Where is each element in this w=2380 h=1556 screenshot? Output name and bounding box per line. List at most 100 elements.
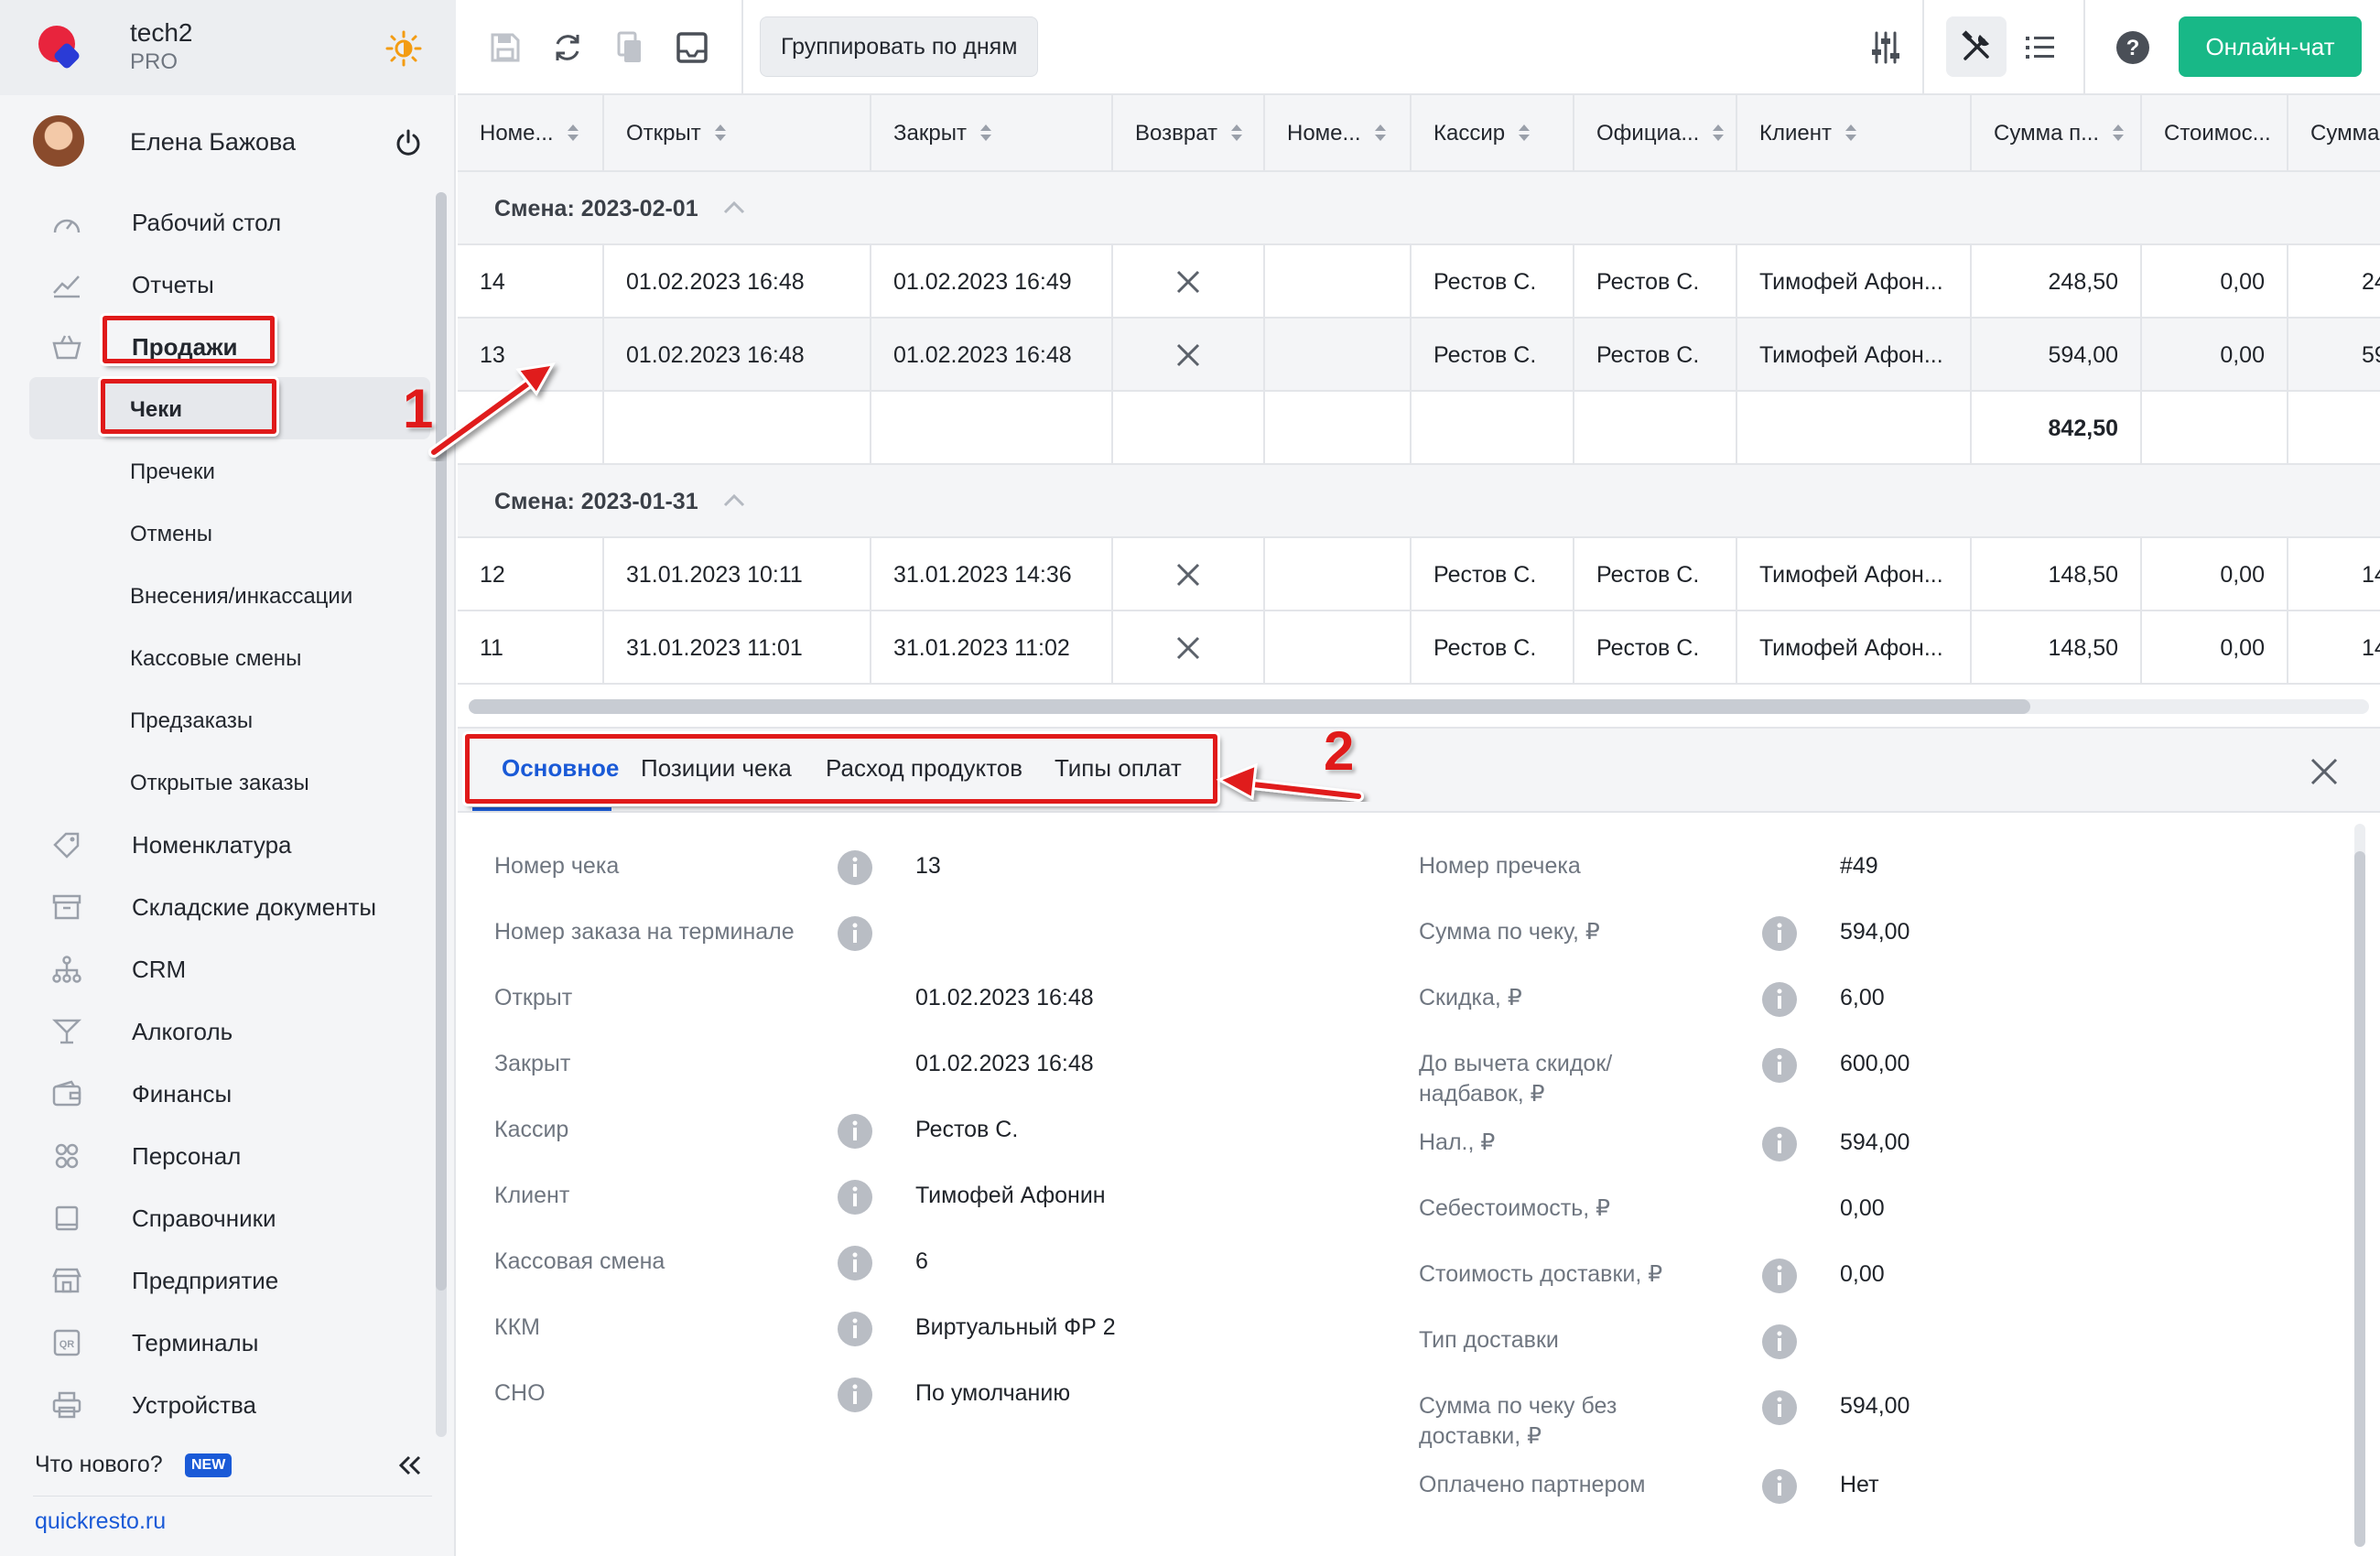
field-value: Тимофей Афонин [915, 1183, 1106, 1208]
sidebar-item-label: Персонал [132, 1142, 242, 1170]
info-icon[interactable] [837, 1113, 873, 1150]
table-horizontal-scrollbar[interactable] [469, 699, 2369, 714]
inbox-icon[interactable] [674, 29, 710, 66]
sort-icon [979, 124, 991, 141]
sidebar-subitem-shifts[interactable]: Кассовые смены [0, 626, 430, 688]
refresh-icon[interactable] [549, 29, 586, 66]
collapse-sidebar-icon[interactable] [395, 1452, 423, 1479]
info-icon[interactable] [1761, 1468, 1798, 1505]
column-header-sum-2[interactable]: Сумма [2288, 95, 2380, 172]
group-header[interactable]: Смена: 2023-01-31 [458, 465, 2380, 538]
column-header-number-2[interactable]: Номе... [1265, 95, 1412, 172]
column-header-return[interactable]: Возврат [1113, 95, 1265, 172]
sort-icon [1231, 124, 1242, 141]
field-label: Нал., ₽ [1419, 1129, 1496, 1155]
sidebar-item-label: Терминалы [132, 1329, 259, 1356]
group-header[interactable]: Смена: 2023-02-01 [458, 172, 2380, 245]
field-label: Себестоимость, ₽ [1419, 1195, 1611, 1221]
sidebar-item-nomenclature[interactable]: Номенклатура [0, 813, 430, 875]
scrollbar-thumb[interactable] [469, 699, 2030, 714]
power-icon[interactable] [394, 128, 423, 157]
sidebar-item-terminals[interactable]: QR Терминалы [0, 1311, 430, 1373]
sidebar-item-finance[interactable]: Финансы [0, 1062, 430, 1124]
list-view-icon[interactable] [2021, 29, 2058, 66]
field-value: Рестов С. [915, 1117, 1019, 1142]
group-by-days-button[interactable]: Группировать по дням [760, 16, 1039, 77]
sidebar-subitem-cash-operations[interactable]: Внесения/инкассации [0, 564, 430, 626]
sidebar-item-dashboard[interactable]: Рабочий стол [0, 190, 430, 253]
cross-icon [1176, 636, 1200, 660]
sidebar-item-staff[interactable]: Персонал [0, 1124, 430, 1186]
info-icon[interactable] [1761, 915, 1798, 952]
column-header-number[interactable]: Номе... [458, 95, 604, 172]
toolbar-divider [741, 0, 743, 95]
chevron-up-icon[interactable] [721, 491, 747, 511]
sidebar-item-crm[interactable]: CRM [0, 937, 430, 1000]
whats-new-link[interactable]: Что нового? [35, 1452, 163, 1478]
column-header-waiter[interactable]: Официа... [1574, 95, 1737, 172]
toolbar: Группировать по дням ? Онлайн-чат [458, 0, 2380, 95]
sidebar-scrollbar-thumb[interactable] [436, 192, 447, 1291]
info-icon[interactable] [837, 1377, 873, 1413]
info-icon[interactable] [837, 849, 873, 886]
scrollbar-thumb[interactable] [2354, 851, 2365, 1547]
info-icon[interactable] [1761, 1389, 1798, 1426]
sidebar-item-devices[interactable]: Устройства [0, 1373, 430, 1435]
column-header-sum[interactable]: Сумма п... [1972, 95, 2142, 172]
new-badge: NEW [185, 1453, 233, 1477]
info-icon[interactable] [837, 1179, 873, 1216]
column-header-label: Номе... [480, 121, 554, 146]
online-chat-button[interactable]: Онлайн-чат [2179, 16, 2362, 77]
column-header-label: Официа... [1596, 121, 1700, 146]
cell-sum-2: 248 [2288, 245, 2380, 319]
copy-icon[interactable] [611, 29, 648, 66]
sidebar-scrollbar[interactable] [436, 192, 447, 1437]
column-header-label: Стоимос... [2164, 121, 2271, 146]
detail-scrollbar[interactable] [2354, 824, 2365, 1547]
cell-sum-2: 148 [2288, 611, 2380, 685]
column-header-opened[interactable]: Открыт [604, 95, 871, 172]
site-link[interactable]: quickresto.ru [35, 1508, 166, 1535]
cell-empty [1113, 392, 1265, 465]
group-label: Смена: 2023-01-31 [494, 489, 698, 514]
info-icon[interactable] [837, 915, 873, 952]
sidebar-subitem-cancellations[interactable]: Отмены [0, 502, 430, 564]
avatar[interactable] [33, 115, 84, 167]
sidebar-item-warehouse-docs[interactable]: Складские документы [0, 875, 430, 937]
filter-sliders-icon[interactable] [1867, 29, 1904, 66]
column-header-closed[interactable]: Закрыт [871, 95, 1113, 172]
save-icon[interactable] [487, 29, 524, 66]
field-value: Нет [1840, 1472, 1879, 1497]
table-row-selected[interactable]: 13 01.02.2023 16:48 01.02.2023 16:48 Рес… [458, 319, 2380, 392]
table-row[interactable]: 14 01.02.2023 16:48 01.02.2023 16:49 Рес… [458, 245, 2380, 319]
sun-icon[interactable] [384, 29, 423, 68]
cross-icon [1176, 270, 1200, 294]
info-icon[interactable] [1761, 1258, 1798, 1294]
sidebar-subitem-prechecks[interactable]: Пречеки [0, 439, 430, 502]
sidebar-item-alcohol[interactable]: Алкоголь [0, 1000, 430, 1062]
sidebar-item-directories[interactable]: Справочники [0, 1186, 430, 1248]
info-icon[interactable] [1761, 1047, 1798, 1084]
info-icon[interactable] [837, 1311, 873, 1347]
sidebar-subitem-preorders[interactable]: Предзаказы [0, 688, 430, 751]
help-icon[interactable]: ? [2115, 29, 2151, 66]
info-icon[interactable] [1761, 981, 1798, 1018]
table-row[interactable]: 11 31.01.2023 11:01 31.01.2023 11:02 Рес… [458, 611, 2380, 685]
close-icon[interactable] [2309, 756, 2340, 787]
info-icon[interactable] [1761, 1324, 1798, 1360]
sidebar-item-label: Номенклатура [132, 831, 292, 859]
chevron-up-icon[interactable] [721, 198, 747, 218]
column-header-cost[interactable]: Стоимос... [2142, 95, 2288, 172]
sidebar-subitem-open-orders[interactable]: Открытые заказы [0, 751, 430, 813]
toolbar-divider [1922, 0, 1924, 95]
sidebar-item-reports[interactable]: Отчеты [0, 253, 430, 315]
info-icon[interactable] [837, 1245, 873, 1281]
sidebar-item-label: Кассовые смены [130, 646, 302, 671]
sidebar-item-enterprise[interactable]: Предприятие [0, 1248, 430, 1311]
column-header-client[interactable]: Клиент [1737, 95, 1972, 172]
column-header-cashier[interactable]: Кассир [1412, 95, 1574, 172]
table-row[interactable]: 12 31.01.2023 10:11 31.01.2023 14:36 Рес… [458, 538, 2380, 611]
divider [33, 1496, 432, 1497]
tools-icon[interactable] [1958, 29, 1995, 66]
info-icon[interactable] [1761, 1126, 1798, 1162]
